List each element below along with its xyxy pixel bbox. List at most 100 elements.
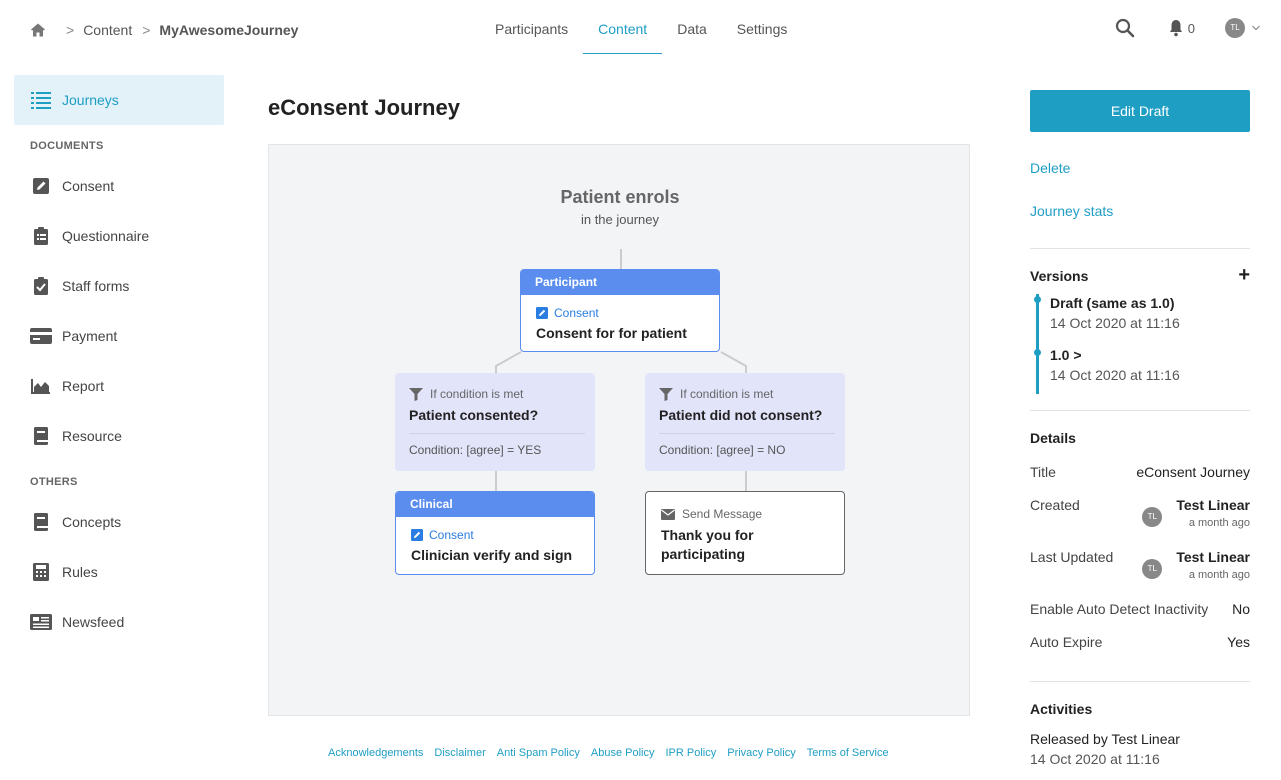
tab-content[interactable]: Content [583,0,663,54]
journey-canvas: Patient enrols in the journey Participan… [268,144,970,716]
condition-node-no[interactable]: If condition is met Patient did not cons… [645,373,845,471]
detail-value: Yes [1227,634,1250,650]
condition-node-yes[interactable]: If condition is met Patient consented? C… [395,373,595,471]
details-title: Details [1030,430,1076,446]
activity-text: Released by Test Linear [1030,731,1180,747]
search-icon[interactable] [1115,18,1135,38]
edit-draft-button[interactable]: Edit Draft [1030,90,1250,132]
start-title: Patient enrols [560,187,680,207]
footer-link-ipr[interactable]: IPR Policy [665,747,716,759]
node-title: Clinician verify and sign [411,547,573,563]
chevron-down-icon [1252,25,1260,31]
notifications-button[interactable]: 0 [1168,19,1195,37]
send-message-node[interactable]: Send Message Thank you for participating [645,491,845,575]
add-version-button[interactable]: + [1238,264,1250,287]
sidebar-item-label: Concepts [62,514,122,530]
breadcrumb-content[interactable]: Content [83,22,132,38]
divider [409,433,585,434]
sidebar-section-documents: DOCUMENTS [30,140,104,152]
condition-title: Patient consented? [409,407,539,423]
participant-consent-node[interactable]: Participant Consent Consent for for pati… [520,269,720,352]
sidebar-item-concepts[interactable]: Concepts [14,497,224,547]
sidebar-item-label: Report [62,378,105,394]
footer-link-terms[interactable]: Terms of Service [807,747,889,759]
detail-row-expire: Auto Expire Yes [1030,634,1250,650]
node-header: Participant [521,270,719,295]
clinical-consent-node[interactable]: Clinical Consent Clinician verify and si… [395,491,595,575]
credit-card-icon [30,325,52,347]
version-name: Draft (same as 1.0) [1050,295,1175,311]
detail-row-title: Title eConsent Journey [1030,464,1250,480]
notification-count: 0 [1187,20,1195,36]
flow-connectors [495,249,747,491]
journey-stats-link[interactable]: Journey stats [1030,203,1113,219]
book-icon [30,511,52,533]
chevron-right-icon: > [1073,347,1082,363]
activity-item: Released by Test Linear 14 Oct 2020 at 1… [1030,731,1180,767]
footer-link-privacy[interactable]: Privacy Policy [727,747,795,759]
sidebar-item-resource[interactable]: Resource [14,411,224,461]
footer-link-anti-spam[interactable]: Anti Spam Policy [497,747,580,759]
book-icon [30,425,52,447]
footer-link-disclaimer[interactable]: Disclaimer [434,747,485,759]
version-timeline [1036,294,1039,394]
created-ago: a month ago [1188,517,1250,529]
divider [1030,681,1250,682]
version-draft[interactable]: Draft (same as 1.0) 14 Oct 2020 at 11:16 [1050,295,1180,331]
home-icon[interactable] [30,22,46,38]
node-type: Consent [554,306,599,320]
node-title: Thank you for participating [661,527,754,562]
footer-link-acknowledgements[interactable]: Acknowledgements [328,747,423,759]
sidebar-item-report[interactable]: Report [14,361,224,411]
clipboard-check-icon [30,275,52,297]
detail-row-created: Created TL Test Linear a month ago [1030,497,1250,529]
divider [1030,248,1250,249]
detail-label: Auto Expire [1030,634,1103,650]
chevron-right-icon: > [66,22,75,38]
calculator-icon [30,561,52,583]
pencil-square-icon [411,529,423,541]
divider [659,433,835,434]
condition-title: Patient did not consent? [659,407,823,423]
condition-label: If condition is met [430,387,524,401]
tab-data[interactable]: Data [662,0,722,54]
sidebar-item-rules[interactable]: Rules [14,547,224,597]
avatar: TL [1142,559,1163,579]
sidebar-item-journeys[interactable]: Journeys [14,75,224,125]
sidebar-item-payment[interactable]: Payment [14,311,224,361]
area-chart-icon [30,375,52,397]
sidebar-item-label: Payment [62,328,118,344]
filter-icon [659,387,673,401]
breadcrumb-current: MyAwesomeJourney [159,22,299,38]
node-title: Consent for for patient [536,325,687,341]
footer-link-abuse[interactable]: Abuse Policy [591,747,655,759]
updated-user: Test Linear [1176,549,1250,565]
sidebar-item-consent[interactable]: Consent [14,161,224,211]
breadcrumb: > Content > MyAwesomeJourney [30,20,298,40]
delete-link[interactable]: Delete [1030,160,1070,176]
sidebar-item-label: Consent [62,178,115,194]
condition-label: If condition is met [680,387,774,401]
detail-value: No [1232,601,1250,617]
sidebar-item-label: Staff forms [62,278,130,294]
version-1-0[interactable]: 1.0 > 14 Oct 2020 at 11:16 [1050,347,1180,383]
main-nav: Participants Content Data Settings [480,0,802,54]
user-menu[interactable]: TL [1225,18,1261,38]
detail-label: Created [1030,497,1080,513]
tab-settings[interactable]: Settings [722,0,803,54]
sidebar-item-newsfeed[interactable]: Newsfeed [14,597,224,647]
tab-participants[interactable]: Participants [480,0,583,54]
detail-label: Enable Auto Detect Inactivity [1030,601,1209,617]
activity-date: 14 Oct 2020 at 11:16 [1030,751,1160,767]
filter-icon [409,387,423,401]
sidebar-item-staff-forms[interactable]: Staff forms [14,261,224,311]
detail-label: Title [1030,464,1056,480]
condition-expression: Condition: [agree] = NO [659,443,786,457]
pencil-square-icon [536,307,548,319]
sidebar: Journeys DOCUMENTS Consent Questionnaire… [14,75,224,647]
pencil-square-icon [30,175,52,197]
version-date: 14 Oct 2020 at 11:16 [1050,315,1180,331]
sidebar-item-label: Resource [62,428,122,444]
created-user: Test Linear [1176,497,1250,513]
sidebar-item-questionnaire[interactable]: Questionnaire [14,211,224,261]
